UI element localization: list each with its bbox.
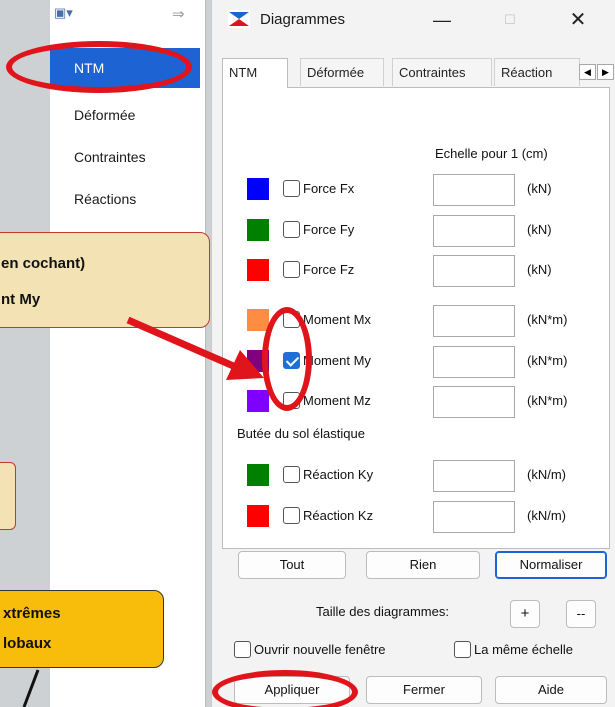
callout-pointer (22, 669, 40, 707)
red-arrow-line (126, 316, 240, 372)
tab-label: NTM (229, 65, 258, 80)
tab-ntm[interactable]: NTM (222, 58, 288, 88)
annotation-arrows (22, 316, 264, 707)
